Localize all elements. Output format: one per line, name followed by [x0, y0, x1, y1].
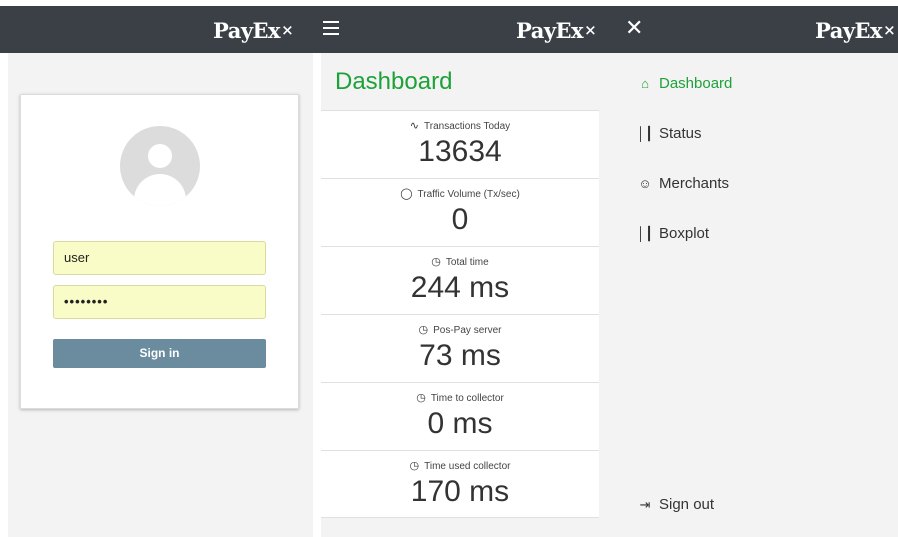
users-icon: ☺ [638, 176, 652, 191]
close-icon[interactable]: ✕ [625, 16, 643, 41]
nav-item-merchants[interactable]: ☺ Merchants [637, 175, 729, 192]
username-field[interactable]: user [53, 241, 266, 275]
clock-icon: ◷ [418, 324, 429, 336]
stat-label: Traffic Volume (Tx/sec) [417, 189, 520, 200]
dashboard-body: Dashboard ∿ Transactions Today 13634 ◯ Tra… [321, 53, 607, 537]
login-panel: PayEx⨯ user •••••••• Sign in [0, 0, 313, 537]
bar-chart-icon: │┃ [637, 226, 653, 241]
stat-traffic-volume: ◯ Traffic Volume (Tx/sec) 0 [321, 178, 599, 246]
brand-logo[interactable]: PayEx⨯ [213, 18, 294, 43]
home-icon: ⌂ [641, 76, 649, 91]
clock-icon: ◷ [431, 256, 441, 268]
stat-transactions-today: ∿ Transactions Today 13634 [321, 110, 599, 178]
stat-total-time: ◷ Total time 244 ms [321, 246, 599, 314]
bar-chart-icon: │┃ [637, 126, 653, 141]
stat-label: Pos-Pay server [433, 325, 502, 336]
brand-logo[interactable]: PayEx⨯ [815, 18, 896, 43]
page-title: Dashboard [335, 68, 453, 95]
stat-time-used-collector: ◷ Time used collector 170 ms [321, 450, 599, 518]
stat-value: 170 ms [410, 475, 510, 508]
dashboard-panel: PayEx⨯ Dashboard ∿ Transactions Today 136… [313, 0, 607, 537]
nav-item-dashboard[interactable]: ⌂ Dashboard [637, 75, 732, 92]
activity-icon: ∿ [409, 120, 420, 132]
stat-value: 13634 [418, 135, 502, 168]
stat-label: Time used collector [424, 461, 511, 472]
top-bar: PayEx⨯ [0, 6, 313, 53]
clock-icon: ◷ [409, 460, 420, 472]
stat-list: ∿ Transactions Today 13634 ◯ Traffic Volum… [321, 110, 599, 518]
sign-out-button[interactable]: ⇥ Sign out [637, 496, 715, 513]
sign-in-button[interactable]: Sign in [53, 339, 266, 368]
stat-value: 244 ms [410, 271, 510, 304]
clock-icon: ◷ [416, 392, 426, 404]
top-bar: PayEx⨯ [313, 6, 607, 53]
drop-icon: ◯ [400, 188, 413, 200]
nav-item-label: Boxplot [659, 225, 710, 242]
stat-value: 73 ms [419, 339, 501, 372]
stat-time-to-collector: ◷ Time to collector 0 ms [321, 382, 599, 450]
nav-item-label: Status [659, 125, 702, 142]
hamburger-menu-icon[interactable] [323, 21, 339, 35]
stat-pos-pay-server: ◷ Pos-Pay server 73 ms [321, 314, 599, 382]
login-body: user •••••••• Sign in [8, 53, 313, 537]
nav-item-boxplot[interactable]: │┃ Boxplot [637, 225, 709, 242]
sign-out-label: Sign out [659, 496, 715, 513]
stat-value: 0 ms [427, 407, 493, 440]
stat-label: Total time [445, 257, 489, 268]
nav-item-status[interactable]: │┃ Status [637, 125, 702, 142]
stat-label: Time to collector [430, 393, 504, 404]
nav-body: ⌂ Dashboard │┃ Status ☺ Merchants │┃ Boxplot… [607, 53, 898, 537]
nav-item-label: Merchants [659, 175, 730, 192]
stat-value: 0 [451, 203, 469, 236]
brand-logo[interactable]: PayEx⨯ [516, 18, 597, 43]
login-card: user •••••••• Sign in [20, 94, 299, 409]
nav-drawer-panel: ✕ PayEx⨯ ⌂ Dashboard │┃ Status ☺ Merchants … [607, 0, 898, 537]
top-bar: ✕ PayEx⨯ [607, 6, 898, 53]
stat-label: Transactions Today [424, 121, 511, 132]
avatar-icon [120, 126, 200, 206]
sign-out-icon: ⇥ [639, 497, 651, 512]
nav-item-label: Dashboard [659, 75, 733, 92]
password-field[interactable]: •••••••• [53, 285, 266, 319]
